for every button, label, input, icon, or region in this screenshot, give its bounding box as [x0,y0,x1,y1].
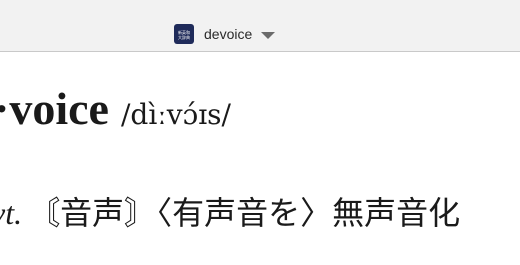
headword-line: ·voice /dìːvɔ́ɪs/ [0,82,231,142]
title-bar: 新英和 大辞典 devoice [0,0,520,52]
window-title-menu[interactable]: 新英和 大辞典 devoice [174,24,276,44]
dictionary-window: 新英和 大辞典 devoice ·voice /dìːvɔ́ɪs/ vt. 〘音… [0,0,520,265]
part-of-speech: vt. [0,195,23,231]
definition-text: 〘音声〙〈有声音を〉無声音化 [28,194,461,232]
window-title[interactable]: devoice [204,26,252,42]
dictionary-app-icon: 新英和 大辞典 [174,24,194,44]
pronunciation: /dìːvɔ́ɪs/ [120,98,231,131]
app-icon-text-line-2: 大辞典 [178,34,190,40]
definition-line: vt. 〘音声〙〈有声音を〉無声音化 [0,188,460,234]
headword: ·voice [0,83,109,134]
chevron-down-icon[interactable] [261,31,276,39]
